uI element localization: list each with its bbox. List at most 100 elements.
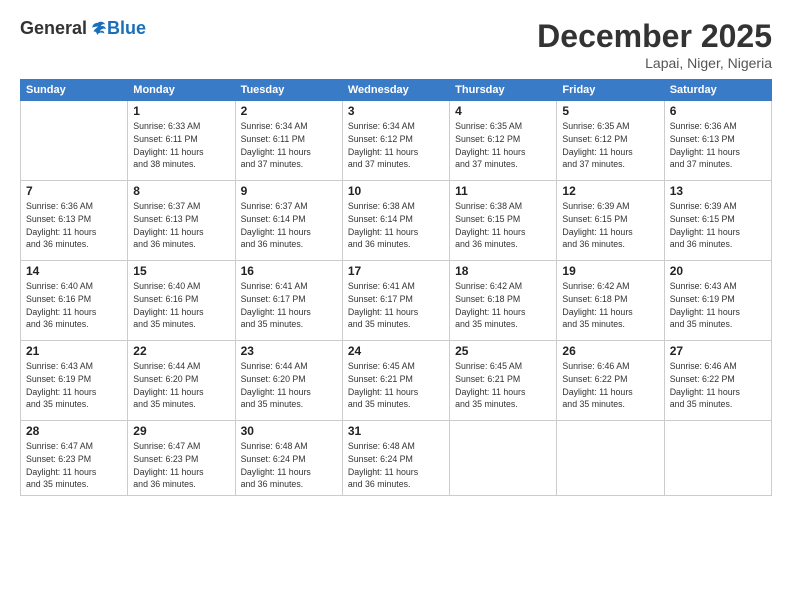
calendar-cell: 11 Sunrise: 6:38 AM Sunset: 6:15 PM Dayli…: [450, 181, 557, 261]
calendar-week-1: 1 Sunrise: 6:33 AM Sunset: 6:11 PM Daylig…: [21, 101, 772, 181]
day-number: 7: [26, 184, 122, 198]
calendar-cell: [21, 101, 128, 181]
day-number: 18: [455, 264, 551, 278]
calendar-cell: 12 Sunrise: 6:39 AM Sunset: 6:15 PM Dayli…: [557, 181, 664, 261]
logo-blue: Blue: [107, 18, 146, 39]
day-number: 1: [133, 104, 229, 118]
day-number: 6: [670, 104, 766, 118]
calendar-cell: 20Sunrise: 6:43 AM Sunset: 6:19 PM Dayli…: [664, 261, 771, 341]
day-info: Sunrise: 6:37 AM Sunset: 6:13 PM Dayligh…: [133, 200, 229, 251]
header: General Blue December 2025 Lapai, Niger,…: [20, 18, 772, 71]
calendar-cell: 18 Sunrise: 6:42 AM Sunset: 6:18 PM Dayli…: [450, 261, 557, 341]
day-number: 29: [133, 424, 229, 438]
calendar-cell: 25Sunrise: 6:45 AM Sunset: 6:21 PM Dayli…: [450, 341, 557, 421]
day-info: Sunrise: 6:45 AM Sunset: 6:21 PM Dayligh…: [348, 360, 444, 411]
calendar-cell: 16Sunrise: 6:41 AM Sunset: 6:17 PM Dayli…: [235, 261, 342, 341]
month-title: December 2025: [537, 18, 772, 55]
calendar-cell: 8Sunrise: 6:37 AM Sunset: 6:13 PM Daylig…: [128, 181, 235, 261]
calendar-cell: 15 Sunrise: 6:40 AM Sunset: 6:16 PM Dayli…: [128, 261, 235, 341]
calendar-cell: 9Sunrise: 6:37 AM Sunset: 6:14 PM Daylig…: [235, 181, 342, 261]
calendar-cell: 19 Sunrise: 6:42 AM Sunset: 6:18 PM Dayli…: [557, 261, 664, 341]
calendar-cell: 29 Sunrise: 6:47 AM Sunset: 6:23 PM Dayli…: [128, 421, 235, 496]
day-info: Sunrise: 6:47 AM Sunset: 6:23 PM Dayligh…: [26, 440, 122, 491]
day-info: Sunrise: 6:47 AM Sunset: 6:23 PM Dayligh…: [133, 440, 229, 491]
calendar-cell: 17Sunrise: 6:41 AM Sunset: 6:17 PM Dayli…: [342, 261, 449, 341]
day-number: 17: [348, 264, 444, 278]
day-info: Sunrise: 6:35 AM Sunset: 6:12 PM Dayligh…: [455, 120, 551, 171]
day-info: Sunrise: 6:48 AM Sunset: 6:24 PM Dayligh…: [348, 440, 444, 491]
calendar-cell: 1 Sunrise: 6:33 AM Sunset: 6:11 PM Daylig…: [128, 101, 235, 181]
calendar-week-5: 28Sunrise: 6:47 AM Sunset: 6:23 PM Dayli…: [21, 421, 772, 496]
calendar-cell: 22 Sunrise: 6:44 AM Sunset: 6:20 PM Dayli…: [128, 341, 235, 421]
day-number: 23: [241, 344, 337, 358]
day-info: Sunrise: 6:38 AM Sunset: 6:15 PM Dayligh…: [455, 200, 551, 251]
header-tuesday: Tuesday: [235, 80, 342, 101]
day-info: Sunrise: 6:42 AM Sunset: 6:18 PM Dayligh…: [455, 280, 551, 331]
day-info: Sunrise: 6:39 AM Sunset: 6:15 PM Dayligh…: [562, 200, 658, 251]
calendar-cell: 28Sunrise: 6:47 AM Sunset: 6:23 PM Dayli…: [21, 421, 128, 496]
logo-text: General Blue: [20, 18, 146, 39]
day-info: Sunrise: 6:36 AM Sunset: 6:13 PM Dayligh…: [26, 200, 122, 251]
day-info: Sunrise: 6:44 AM Sunset: 6:20 PM Dayligh…: [241, 360, 337, 411]
day-info: Sunrise: 6:43 AM Sunset: 6:19 PM Dayligh…: [26, 360, 122, 411]
day-number: 31: [348, 424, 444, 438]
day-info: Sunrise: 6:44 AM Sunset: 6:20 PM Dayligh…: [133, 360, 229, 411]
day-number: 11: [455, 184, 551, 198]
day-info: Sunrise: 6:46 AM Sunset: 6:22 PM Dayligh…: [670, 360, 766, 411]
location: Lapai, Niger, Nigeria: [537, 55, 772, 71]
calendar-cell: [557, 421, 664, 496]
header-row: Sunday Monday Tuesday Wednesday Thursday…: [21, 80, 772, 101]
header-wednesday: Wednesday: [342, 80, 449, 101]
day-number: 9: [241, 184, 337, 198]
calendar-week-2: 7 Sunrise: 6:36 AM Sunset: 6:13 PM Daylig…: [21, 181, 772, 261]
calendar-cell: 4 Sunrise: 6:35 AM Sunset: 6:12 PM Daylig…: [450, 101, 557, 181]
calendar-cell: [664, 421, 771, 496]
day-number: 5: [562, 104, 658, 118]
day-number: 15: [133, 264, 229, 278]
day-info: Sunrise: 6:40 AM Sunset: 6:16 PM Dayligh…: [26, 280, 122, 331]
logo: General Blue: [20, 18, 146, 39]
header-sunday: Sunday: [21, 80, 128, 101]
day-number: 10: [348, 184, 444, 198]
day-number: 13: [670, 184, 766, 198]
day-number: 30: [241, 424, 337, 438]
day-number: 27: [670, 344, 766, 358]
header-monday: Monday: [128, 80, 235, 101]
calendar-cell: 26 Sunrise: 6:46 AM Sunset: 6:22 PM Dayli…: [557, 341, 664, 421]
logo-bird-icon: [89, 20, 107, 38]
day-info: Sunrise: 6:39 AM Sunset: 6:15 PM Dayligh…: [670, 200, 766, 251]
title-block: December 2025 Lapai, Niger, Nigeria: [537, 18, 772, 71]
calendar-header: Sunday Monday Tuesday Wednesday Thursday…: [21, 80, 772, 101]
calendar-cell: 5 Sunrise: 6:35 AM Sunset: 6:12 PM Daylig…: [557, 101, 664, 181]
calendar-cell: 3Sunrise: 6:34 AM Sunset: 6:12 PM Daylig…: [342, 101, 449, 181]
calendar-body: 1 Sunrise: 6:33 AM Sunset: 6:11 PM Daylig…: [21, 101, 772, 496]
calendar-cell: 10 Sunrise: 6:38 AM Sunset: 6:14 PM Dayli…: [342, 181, 449, 261]
calendar-cell: 30Sunrise: 6:48 AM Sunset: 6:24 PM Dayli…: [235, 421, 342, 496]
day-number: 14: [26, 264, 122, 278]
calendar-cell: [450, 421, 557, 496]
day-number: 4: [455, 104, 551, 118]
day-info: Sunrise: 6:35 AM Sunset: 6:12 PM Dayligh…: [562, 120, 658, 171]
day-number: 19: [562, 264, 658, 278]
day-info: Sunrise: 6:40 AM Sunset: 6:16 PM Dayligh…: [133, 280, 229, 331]
header-thursday: Thursday: [450, 80, 557, 101]
day-info: Sunrise: 6:46 AM Sunset: 6:22 PM Dayligh…: [562, 360, 658, 411]
day-info: Sunrise: 6:34 AM Sunset: 6:12 PM Dayligh…: [348, 120, 444, 171]
day-number: 26: [562, 344, 658, 358]
day-info: Sunrise: 6:42 AM Sunset: 6:18 PM Dayligh…: [562, 280, 658, 331]
calendar-cell: 23 Sunrise: 6:44 AM Sunset: 6:20 PM Dayli…: [235, 341, 342, 421]
day-info: Sunrise: 6:34 AM Sunset: 6:11 PM Dayligh…: [241, 120, 337, 171]
day-info: Sunrise: 6:38 AM Sunset: 6:14 PM Dayligh…: [348, 200, 444, 251]
calendar-cell: 7 Sunrise: 6:36 AM Sunset: 6:13 PM Daylig…: [21, 181, 128, 261]
day-number: 21: [26, 344, 122, 358]
calendar-cell: 24Sunrise: 6:45 AM Sunset: 6:21 PM Dayli…: [342, 341, 449, 421]
day-number: 25: [455, 344, 551, 358]
calendar-cell: 21 Sunrise: 6:43 AM Sunset: 6:19 PM Dayli…: [21, 341, 128, 421]
calendar-week-4: 21 Sunrise: 6:43 AM Sunset: 6:19 PM Dayli…: [21, 341, 772, 421]
day-info: Sunrise: 6:33 AM Sunset: 6:11 PM Dayligh…: [133, 120, 229, 171]
calendar-cell: 2 Sunrise: 6:34 AM Sunset: 6:11 PM Daylig…: [235, 101, 342, 181]
day-number: 22: [133, 344, 229, 358]
day-number: 20: [670, 264, 766, 278]
day-number: 2: [241, 104, 337, 118]
day-number: 12: [562, 184, 658, 198]
